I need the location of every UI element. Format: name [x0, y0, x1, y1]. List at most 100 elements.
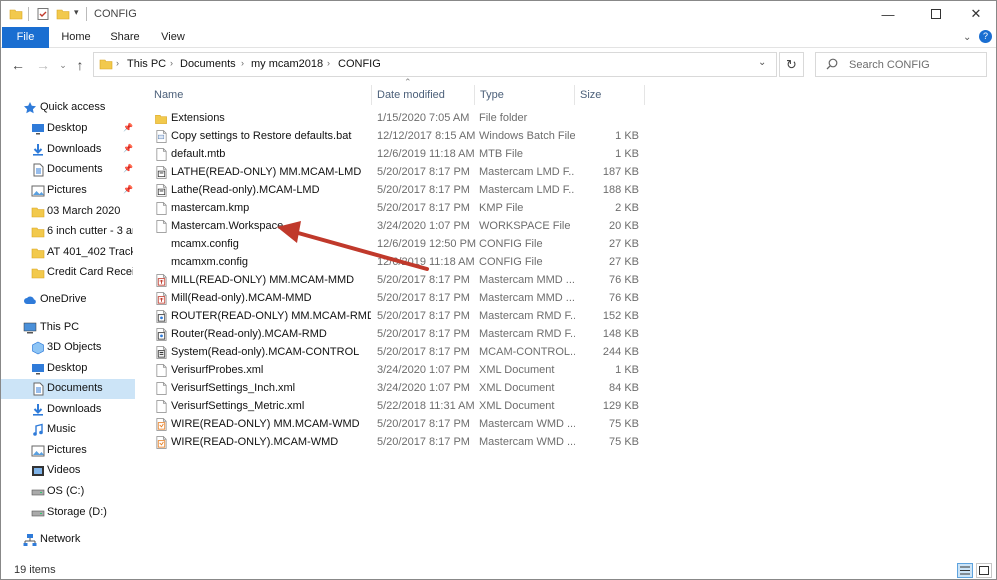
- close-button[interactable]: ✕: [953, 1, 996, 27]
- file-name: System(Read-only).MCAM-CONTROL: [171, 346, 360, 358]
- sidebar-item-desktop[interactable]: Desktop 📌: [1, 119, 135, 139]
- recent-locations-button[interactable]: ⌄: [54, 57, 72, 73]
- new-folder-icon[interactable]: [56, 7, 70, 21]
- file-type: Mastercam RMD F...: [479, 310, 575, 322]
- breadcrumb-documents[interactable]: Documents: [180, 58, 236, 70]
- sidebar-item-downloads[interactable]: Downloads: [1, 400, 135, 420]
- file-date-modified: 12/12/2017 8:15 AM: [377, 130, 476, 142]
- file-row[interactable]: VerisurfProbes.xml 3/24/2020 1:07 PM XML D…: [149, 362, 649, 380]
- pin-icon: 📌: [123, 185, 133, 194]
- large-icons-view-button[interactable]: [976, 563, 992, 578]
- sidebar-item-credit-card-receipt[interactable]: Credit Card Receipt: [1, 263, 135, 283]
- sidebar-item-music[interactable]: Music: [1, 420, 135, 440]
- file-row[interactable]: Extensions 1/15/2020 7:05 AM File folder: [149, 110, 649, 128]
- sidebar-item-03-march-2020[interactable]: 03 March 2020: [1, 202, 135, 222]
- search-icon: [826, 58, 838, 70]
- file-row[interactable]: LATHE(READ-ONLY) MM.MCAM-LMD 5/20/2017 8:…: [149, 164, 649, 182]
- sidebar-item-3d-objects[interactable]: 3D Objects: [1, 338, 135, 358]
- file-row[interactable]: VerisurfSettings_Inch.xml 3/24/2020 1:07 …: [149, 380, 649, 398]
- customize-toolbar-icon[interactable]: ▾: [74, 7, 79, 18]
- column-header-size[interactable]: Size: [575, 85, 645, 105]
- refresh-button[interactable]: ↻: [779, 52, 804, 77]
- breadcrumb-my-mcam2018[interactable]: my mcam2018: [251, 58, 323, 70]
- properties-icon[interactable]: [36, 7, 50, 21]
- sidebar-item-os-c[interactable]: OS (C:): [1, 482, 135, 502]
- tab-view[interactable]: View: [150, 27, 196, 48]
- search-input[interactable]: Search CONFIG: [849, 59, 930, 71]
- file-row[interactable]: Lathe(Read-only).MCAM-LMD 5/20/2017 8:17 …: [149, 182, 649, 200]
- file-row[interactable]: ROUTER(READ-ONLY) MM.MCAM-RMD 5/20/2017 8…: [149, 308, 649, 326]
- sidebar-item-downloads[interactable]: Downloads 📌: [1, 140, 135, 160]
- breadcrumb-this-pc[interactable]: This PC: [127, 58, 166, 70]
- sidebar-item-at-401-402-trackers[interactable]: AT 401_402 Trackers: [1, 243, 135, 263]
- file-row[interactable]: mastercam.kmp 5/20/2017 8:17 PM KMP File 2 …: [149, 200, 649, 218]
- file-type: Mastercam LMD F...: [479, 166, 575, 178]
- sidebar-item-desktop[interactable]: Desktop: [1, 359, 135, 379]
- sidebar-item-label: Music: [47, 423, 76, 435]
- file-row[interactable]: MILL(READ-ONLY) MM.MCAM-MMD 5/20/2017 8:1…: [149, 272, 649, 290]
- mastercam-router-icon: [156, 328, 167, 341]
- file-row[interactable]: WIRE(READ-ONLY) MM.MCAM-WMD 5/20/2017 8:1…: [149, 416, 649, 434]
- search-box[interactable]: Search CONFIG: [815, 52, 987, 77]
- sidebar-item-documents[interactable]: Documents: [1, 379, 135, 399]
- navigation-row: ← → ⌄ ↑ › This PC › Documents › my mcam2…: [1, 49, 996, 81]
- tab-home[interactable]: Home: [53, 27, 99, 48]
- file-name: mcamxm.config: [171, 256, 249, 268]
- address-history-chevron-icon[interactable]: ⌄: [758, 57, 766, 68]
- forward-button[interactable]: →: [34, 57, 52, 73]
- back-button[interactable]: ←: [9, 57, 27, 73]
- mastercam-mill-icon: [156, 274, 167, 287]
- file-type: MCAM-CONTROL...: [479, 346, 575, 358]
- download-icon: [33, 144, 43, 156]
- sidebar-item-videos[interactable]: Videos: [1, 461, 135, 481]
- video-icon: [32, 466, 44, 476]
- file-row[interactable]: Router(Read-only).MCAM-RMD 5/20/2017 8:17…: [149, 326, 649, 344]
- file-row[interactable]: Mastercam.Workspace 3/24/2020 1:07 PM WORK…: [149, 218, 649, 236]
- breadcrumb-config[interactable]: CONFIG: [338, 58, 381, 70]
- file-row[interactable]: System(Read-only).MCAM-CONTROL 5/20/2017 …: [149, 344, 649, 362]
- sidebar-item-this-pc[interactable]: This PC: [1, 318, 135, 338]
- document-icon: [33, 163, 44, 177]
- network-icon: [23, 534, 37, 546]
- help-icon[interactable]: ?: [979, 30, 992, 43]
- sidebar-item-pictures[interactable]: Pictures: [1, 441, 135, 461]
- file-date-modified: 5/20/2017 8:17 PM: [377, 346, 470, 358]
- address-bar[interactable]: › This PC › Documents › my mcam2018 › CO…: [93, 52, 777, 77]
- mastercam-mill-icon: [156, 292, 167, 305]
- file-name: Router(Read-only).MCAM-RMD: [171, 328, 327, 340]
- file-row[interactable]: VerisurfSettings_Metric.xml 5/22/2018 11:…: [149, 398, 649, 416]
- minimize-icon: —: [881, 6, 895, 22]
- mastercam-wire-icon: [156, 418, 167, 431]
- file-size: 27 KB: [609, 256, 639, 268]
- file-size: 1 KB: [615, 364, 639, 376]
- file-row[interactable]: Mill(Read-only).MCAM-MMD 5/20/2017 8:17 P…: [149, 290, 649, 308]
- sidebar-item-pictures[interactable]: Pictures 📌: [1, 181, 135, 201]
- file-name: VerisurfSettings_Inch.xml: [171, 382, 296, 394]
- column-header-type[interactable]: Type: [475, 85, 575, 105]
- file-size: 1 KB: [615, 148, 639, 160]
- file-row[interactable]: mcamxm.config 12/6/2019 11:18 AM CONFIG Fi…: [149, 254, 649, 272]
- file-name: MILL(READ-ONLY) MM.MCAM-MMD: [171, 274, 355, 286]
- expand-ribbon-icon[interactable]: ⌄: [963, 32, 971, 43]
- file-type: CONFIG File: [479, 238, 543, 250]
- file-row[interactable]: WIRE(READ-ONLY).MCAM-WMD 5/20/2017 8:17 P…: [149, 434, 649, 452]
- column-header-name[interactable]: Name: [149, 85, 372, 105]
- minimize-button[interactable]: —: [865, 1, 911, 27]
- star-icon: [24, 102, 36, 114]
- file-date-modified: 12/6/2019 12:50 PM: [377, 238, 477, 250]
- sidebar-item-onedrive[interactable]: OneDrive: [1, 290, 135, 310]
- sidebar-item-6-inch-cutter-3-aro[interactable]: 6 inch cutter - 3 aro: [1, 222, 135, 242]
- column-header-date-modified[interactable]: Date modified: [372, 85, 475, 105]
- file-row[interactable]: default.mtb 12/6/2019 11:18 AM MTB File 1 K…: [149, 146, 649, 164]
- tab-file[interactable]: File: [2, 27, 49, 48]
- up-button[interactable]: ↑: [71, 57, 89, 73]
- file-name: Extensions: [171, 112, 225, 124]
- details-view-button[interactable]: [957, 563, 973, 578]
- file-row[interactable]: Copy settings to Restore defaults.bat 12/…: [149, 128, 649, 146]
- sidebar-item-storage-d[interactable]: Storage (D:): [1, 503, 135, 523]
- tab-share[interactable]: Share: [102, 27, 148, 48]
- sidebar-item-documents[interactable]: Documents 📌: [1, 160, 135, 180]
- file-row[interactable]: mcamx.config 12/6/2019 12:50 PM CONFIG Fil…: [149, 236, 649, 254]
- sidebar-item-network[interactable]: Network: [1, 530, 135, 550]
- sidebar-item-quick-access[interactable]: Quick access: [1, 98, 135, 118]
